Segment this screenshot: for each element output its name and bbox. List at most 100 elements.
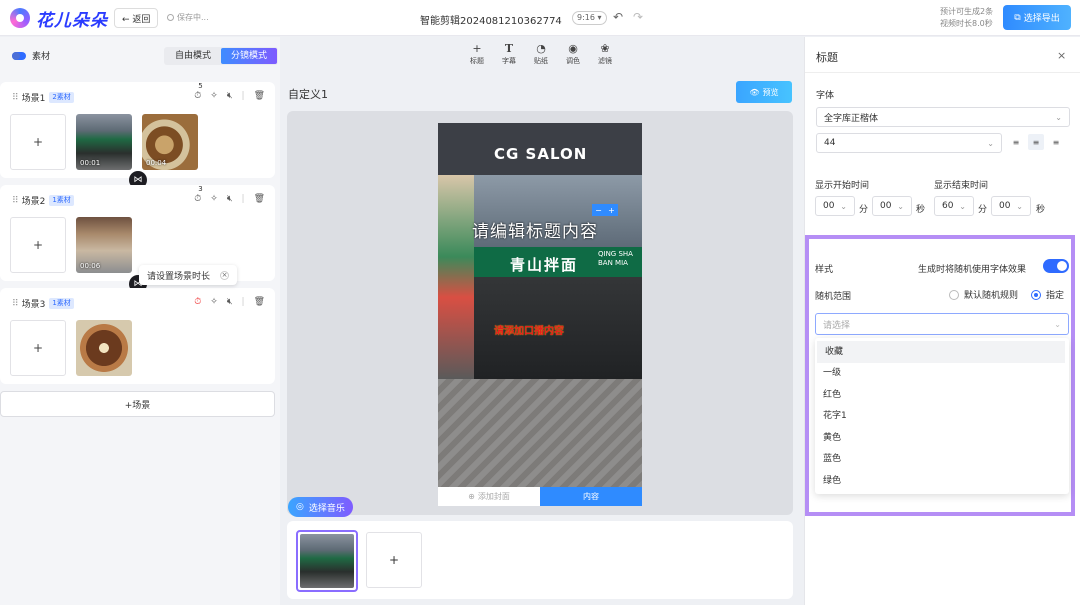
magic-icon[interactable]: ✧ (210, 194, 218, 204)
add-clip-button[interactable]: + (10, 114, 66, 170)
drag-handle-icon[interactable]: ⠿ (12, 93, 19, 103)
start-second-value: 00 (880, 201, 892, 211)
divider: | (241, 91, 245, 101)
close-icon[interactable]: × (1057, 49, 1066, 62)
timer-alert-icon[interactable]: ⏱ (194, 297, 201, 307)
scene-card-1: ⠿ 场景1 2素材 ⏱ 5 ✧ 🔇︎ | 🗑︎ + 00:01 00:04 (0, 82, 275, 178)
preview-background (438, 175, 474, 379)
tool-title[interactable]: + 标题 (466, 42, 488, 66)
dropdown-option-fancy1[interactable]: 花字1 (815, 405, 1069, 427)
radio-circle (1031, 289, 1041, 300)
add-cover-button[interactable]: ⊕ 添加封面 (438, 487, 540, 506)
redo-icon[interactable]: ↷ (633, 10, 643, 24)
end-minute-select[interactable]: 60 ⌄ (934, 196, 974, 216)
align-center-icon[interactable]: ≡ (1028, 134, 1044, 150)
clip-thumbnail[interactable]: 00:06 (76, 217, 132, 273)
tool-color[interactable]: ◉ 调色 (562, 42, 584, 66)
mute-icon[interactable]: 🔇︎ (227, 91, 233, 101)
dropdown-option-favorites[interactable]: 收藏 (817, 341, 1065, 363)
export-button[interactable]: ⧉ 选择导出 (1003, 5, 1071, 30)
end-second-value: 00 (999, 201, 1011, 211)
tool-subtitle[interactable]: T 字幕 (498, 42, 520, 66)
video-preview[interactable]: CG SALON 青山拌面 QING SHA BAN MIA − + 请编辑标题内… (438, 123, 642, 487)
add-scene-button[interactable]: +场景 (0, 391, 275, 417)
start-second-select[interactable]: 00 ⌄ (872, 196, 912, 216)
timeline-add-button[interactable]: + (366, 532, 422, 588)
clip-thumbnail[interactable]: 00:01 (76, 114, 132, 170)
scene-tools: ⏱ 3 ✧ 🔇︎ | 🗑︎ (194, 185, 265, 204)
font-select[interactable]: 全字库正楷体 ⌄ (816, 107, 1070, 127)
close-icon[interactable]: × (220, 270, 230, 280)
tool-filter[interactable]: ❀ 滤镜 (594, 42, 616, 66)
unit-second: 秒 (916, 205, 926, 215)
magic-icon[interactable]: ✧ (210, 297, 218, 307)
select-music-button[interactable]: ◎ 选择音乐 (288, 497, 353, 517)
chevron-down-icon: ⌄ (987, 138, 994, 148)
style-range-select[interactable]: 请选择 ⌄ (815, 313, 1069, 335)
delete-icon[interactable]: 🗑︎ (254, 194, 265, 204)
project-title[interactable]: 智能剪辑2024081210362774 (420, 12, 562, 27)
timer-count: 5 (198, 82, 203, 90)
font-size-select[interactable]: 44 ⌄ (816, 133, 1002, 153)
clip-thumbnail[interactable]: 00:04 (142, 114, 198, 170)
add-cover-label: 添加封面 (477, 492, 510, 501)
end-second-select[interactable]: 00 ⌄ (991, 196, 1031, 216)
undo-icon[interactable]: ↶ (613, 10, 623, 24)
plus-icon[interactable]: + (608, 206, 615, 215)
magic-icon[interactable]: ✧ (210, 91, 218, 101)
title-text-overlay[interactable]: 请编辑标题内容 (472, 217, 598, 242)
radio-default-rule[interactable]: 默认随机规则 (949, 288, 1018, 301)
divider (805, 72, 1080, 73)
align-right-icon[interactable]: ≡ (1048, 134, 1064, 150)
add-clip-button[interactable]: + (10, 217, 66, 273)
timer-icon[interactable]: ⏱ 5 (194, 82, 202, 101)
drag-handle-icon[interactable]: ⠿ (12, 299, 19, 309)
radio-circle (949, 289, 959, 300)
filter-icon: ❀ (600, 42, 610, 55)
back-button[interactable]: ← 返回 (114, 8, 159, 28)
scene-tools: ⏱ 5 ✧ 🔇︎ | 🗑︎ (194, 82, 265, 101)
subtitle-text-overlay[interactable]: 请添加口播内容 (494, 322, 564, 337)
delete-icon[interactable]: 🗑︎ (254, 91, 265, 101)
font-value: 全字库正楷体 (824, 113, 879, 124)
music-icon: ◎ (296, 502, 304, 512)
radio-specified-label: 指定 (1046, 291, 1065, 301)
add-clip-button[interactable]: + (10, 320, 66, 376)
aspect-ratio-select[interactable]: 9:16 ▾ (572, 11, 607, 25)
timer-count: 3 (198, 185, 203, 193)
dropdown-option-green[interactable]: 绿色 (815, 470, 1069, 492)
dropdown-option-blue[interactable]: 蓝色 (815, 448, 1069, 470)
music-label: 选择音乐 (308, 503, 345, 514)
random-font-toggle[interactable] (1043, 259, 1069, 273)
content-tab[interactable]: 内容 (540, 487, 642, 506)
minus-icon[interactable]: − (595, 206, 602, 215)
dropdown-option-red[interactable]: 红色 (815, 384, 1069, 406)
delete-icon[interactable]: 🗑︎ (254, 297, 265, 307)
preview-button[interactable]: 👁︎ 预览 (736, 81, 792, 103)
timer-icon[interactable]: ⏱ 3 (194, 185, 202, 204)
start-minute-select[interactable]: 00 ⌄ (815, 196, 855, 216)
title-resize-handle[interactable]: − + (592, 204, 618, 216)
clip-thumbnail[interactable] (76, 320, 132, 376)
drag-handle-icon[interactable]: ⠿ (12, 196, 19, 206)
timeline-thumbnail-selected[interactable] (296, 530, 358, 592)
radio-specified[interactable]: 指定 (1031, 288, 1064, 301)
dropdown-option-level1[interactable]: 一级 (815, 362, 1069, 384)
unit-second: 秒 (1036, 205, 1046, 215)
dropdown-option-yellow[interactable]: 黄色 (815, 427, 1069, 449)
output-estimate: 预计可生成2条 视频时长8.0秒 (940, 6, 993, 30)
style-range-dropdown: 收藏 一级 红色 花字1 黄色 蓝色 绿色 (815, 338, 1069, 494)
mode-free[interactable]: 自由模式 (165, 48, 221, 64)
edit-toolbar: + 标题 T 字幕 ◔ 贴纸 ◉ 调色 ❀ 滤镜 (466, 42, 616, 66)
tool-sticker[interactable]: ◔ 贴纸 (530, 42, 552, 66)
material-switch[interactable] (12, 51, 26, 60)
mute-icon[interactable]: 🔇︎ (227, 297, 233, 307)
mute-icon[interactable]: 🔇︎ (227, 194, 233, 204)
chevron-down-icon: ⌄ (840, 201, 847, 211)
export-icon: ⧉ (1014, 12, 1021, 23)
text-icon: T (504, 42, 514, 55)
chevron-down-icon: ⌄ (897, 201, 904, 211)
material-toggle[interactable]: 素材 (12, 49, 50, 62)
align-left-icon[interactable]: ≡ (1008, 134, 1024, 150)
mode-storyboard[interactable]: 分镜模式 (221, 48, 278, 64)
